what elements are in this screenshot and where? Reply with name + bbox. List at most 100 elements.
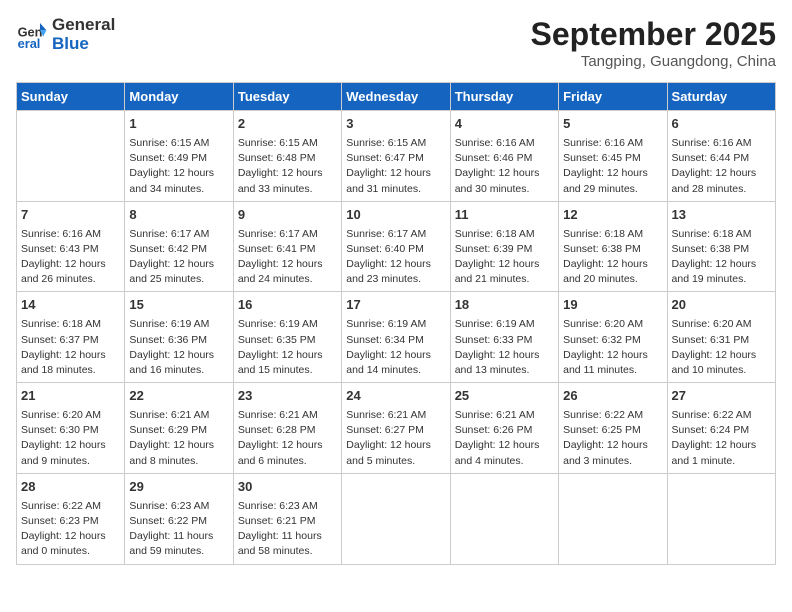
calendar-cell: 3Sunrise: 6:15 AM Sunset: 6:47 PM Daylig… — [342, 111, 450, 202]
cell-info: Sunrise: 6:23 AM Sunset: 6:22 PM Dayligh… — [129, 499, 228, 560]
calendar-cell: 2 Sunrise: 6:15 AM Sunset: 6:48 PM Daylig… — [233, 111, 341, 202]
cell-info: Sunrise: 6:23 AM Sunset: 6:21 PM Dayligh… — [238, 499, 337, 560]
day-number: 12 — [563, 206, 662, 225]
day-number: 10 — [346, 206, 445, 225]
cell-info: Sunrise: 6:21 AM Sunset: 6:27 PM Dayligh… — [346, 408, 445, 469]
logo-text-line2: Blue — [52, 35, 115, 54]
calendar-cell: 20 Sunrise: 6:20 AM Sunset: 6:31 PM Dayli… — [667, 292, 775, 383]
day-number: 21 — [21, 387, 120, 406]
day-number: 1 — [129, 115, 228, 134]
day-number: 2 — [238, 115, 337, 134]
day-number: 24 — [346, 387, 445, 406]
calendar-cell: 15 Sunrise: 6:19 AM Sunset: 6:36 PM Dayli… — [125, 292, 233, 383]
cell-info: Sunrise: 6:17 AM Sunset: 6:40 PM Dayligh… — [346, 227, 445, 288]
day-number: 20 — [672, 296, 771, 315]
calendar-cell — [342, 473, 450, 564]
cell-info: Sunrise: 6:19 AM Sunset: 6:33 PM Dayligh… — [455, 317, 554, 378]
calendar-cell: 16 Sunrise: 6:19 AM Sunset: 6:35 PM Dayli… — [233, 292, 341, 383]
cell-info: Sunrise: 6:21 AM Sunset: 6:28 PM Dayligh… — [238, 408, 337, 469]
logo: Gen eral General Blue — [16, 16, 115, 53]
calendar-cell: 21 Sunrise: 6:20 AM Sunset: 6:30 PM Dayli… — [17, 383, 125, 474]
calendar-cell — [17, 111, 125, 202]
calendar-cell: 28 Sunrise: 6:22 AM Sunset: 6:23 PM Dayli… — [17, 473, 125, 564]
calendar-cell: 18 Sunrise: 6:19 AM Sunset: 6:33 PM Dayli… — [450, 292, 558, 383]
calendar-cell: 11 Sunrise: 6:18 AM Sunset: 6:39 PM Dayli… — [450, 201, 558, 292]
cell-info: Sunrise: 6:17 AM Sunset: 6:42 PM Dayligh… — [129, 227, 228, 288]
cell-info: Sunrise: 6:16 AM Sunset: 6:46 PM Dayligh… — [455, 136, 554, 197]
title-block: September 2025 Tangping, Guangdong, Chin… — [531, 16, 776, 70]
calendar-cell: 29 Sunrise: 6:23 AM Sunset: 6:22 PM Dayli… — [125, 473, 233, 564]
calendar-cell: 4 Sunrise: 6:16 AM Sunset: 6:46 PM Daylig… — [450, 111, 558, 202]
calendar-cell: 6 Sunrise: 6:16 AM Sunset: 6:44 PM Daylig… — [667, 111, 775, 202]
cell-info: Sunrise: 6:16 AM Sunset: 6:43 PM Dayligh… — [21, 227, 120, 288]
calendar-cell: 1Sunrise: 6:15 AM Sunset: 6:49 PM Daylig… — [125, 111, 233, 202]
cell-info: Sunrise: 6:19 AM Sunset: 6:35 PM Dayligh… — [238, 317, 337, 378]
day-number: 5 — [563, 115, 662, 134]
cell-info: Sunrise: 6:18 AM Sunset: 6:37 PM Dayligh… — [21, 317, 120, 378]
dow-header-tuesday: Tuesday — [233, 83, 341, 111]
day-number: 9 — [238, 206, 337, 225]
calendar-cell: 22Sunrise: 6:21 AM Sunset: 6:29 PM Dayli… — [125, 383, 233, 474]
calendar-table: SundayMondayTuesdayWednesdayThursdayFrid… — [16, 82, 776, 565]
day-number: 27 — [672, 387, 771, 406]
calendar-cell: 25Sunrise: 6:21 AM Sunset: 6:26 PM Dayli… — [450, 383, 558, 474]
calendar-cell: 26 Sunrise: 6:22 AM Sunset: 6:25 PM Dayli… — [559, 383, 667, 474]
calendar-cell: 30Sunrise: 6:23 AM Sunset: 6:21 PM Dayli… — [233, 473, 341, 564]
day-number: 11 — [455, 206, 554, 225]
calendar-cell: 24 Sunrise: 6:21 AM Sunset: 6:27 PM Dayli… — [342, 383, 450, 474]
logo-text-line1: General — [52, 16, 115, 35]
calendar-cell: 13Sunrise: 6:18 AM Sunset: 6:38 PM Dayli… — [667, 201, 775, 292]
page-header: Gen eral General Blue September 2025 Tan… — [16, 16, 776, 70]
calendar-cell — [667, 473, 775, 564]
dow-header-sunday: Sunday — [17, 83, 125, 111]
logo-icon: Gen eral — [16, 19, 48, 51]
svg-text:eral: eral — [18, 35, 41, 50]
day-number: 8 — [129, 206, 228, 225]
cell-info: Sunrise: 6:22 AM Sunset: 6:23 PM Dayligh… — [21, 499, 120, 560]
calendar-cell — [559, 473, 667, 564]
day-number: 22 — [129, 387, 228, 406]
calendar-cell: 12 Sunrise: 6:18 AM Sunset: 6:38 PM Dayli… — [559, 201, 667, 292]
day-number: 29 — [129, 478, 228, 497]
day-number: 13 — [672, 206, 771, 225]
cell-info: Sunrise: 6:16 AM Sunset: 6:44 PM Dayligh… — [672, 136, 771, 197]
cell-info: Sunrise: 6:20 AM Sunset: 6:30 PM Dayligh… — [21, 408, 120, 469]
calendar-cell: 8 Sunrise: 6:17 AM Sunset: 6:42 PM Daylig… — [125, 201, 233, 292]
dow-header-monday: Monday — [125, 83, 233, 111]
day-number: 17 — [346, 296, 445, 315]
cell-info: Sunrise: 6:22 AM Sunset: 6:24 PM Dayligh… — [672, 408, 771, 469]
day-number: 4 — [455, 115, 554, 134]
calendar-cell: 17 Sunrise: 6:19 AM Sunset: 6:34 PM Dayli… — [342, 292, 450, 383]
day-number: 25 — [455, 387, 554, 406]
calendar-cell: 27 Sunrise: 6:22 AM Sunset: 6:24 PM Dayli… — [667, 383, 775, 474]
cell-info: Sunrise: 6:19 AM Sunset: 6:34 PM Dayligh… — [346, 317, 445, 378]
day-number: 7 — [21, 206, 120, 225]
calendar-cell: 19Sunrise: 6:20 AM Sunset: 6:32 PM Dayli… — [559, 292, 667, 383]
day-number: 15 — [129, 296, 228, 315]
day-number: 23 — [238, 387, 337, 406]
cell-info: Sunrise: 6:18 AM Sunset: 6:39 PM Dayligh… — [455, 227, 554, 288]
month-title: September 2025 — [531, 16, 776, 53]
cell-info: Sunrise: 6:18 AM Sunset: 6:38 PM Dayligh… — [563, 227, 662, 288]
day-number: 3 — [346, 115, 445, 134]
calendar-cell — [450, 473, 558, 564]
cell-info: Sunrise: 6:16 AM Sunset: 6:45 PM Dayligh… — [563, 136, 662, 197]
calendar-cell: 14 Sunrise: 6:18 AM Sunset: 6:37 PM Dayli… — [17, 292, 125, 383]
location-subtitle: Tangping, Guangdong, China — [531, 53, 776, 70]
cell-info: Sunrise: 6:19 AM Sunset: 6:36 PM Dayligh… — [129, 317, 228, 378]
cell-info: Sunrise: 6:15 AM Sunset: 6:48 PM Dayligh… — [238, 136, 337, 197]
dow-header-thursday: Thursday — [450, 83, 558, 111]
calendar-cell: 9Sunrise: 6:17 AM Sunset: 6:41 PM Daylig… — [233, 201, 341, 292]
day-number: 6 — [672, 115, 771, 134]
day-number: 26 — [563, 387, 662, 406]
day-number: 18 — [455, 296, 554, 315]
calendar-cell: 5 Sunrise: 6:16 AM Sunset: 6:45 PM Daylig… — [559, 111, 667, 202]
day-number: 28 — [21, 478, 120, 497]
calendar-cell: 23 Sunrise: 6:21 AM Sunset: 6:28 PM Dayli… — [233, 383, 341, 474]
cell-info: Sunrise: 6:22 AM Sunset: 6:25 PM Dayligh… — [563, 408, 662, 469]
day-number: 14 — [21, 296, 120, 315]
dow-header-friday: Friday — [559, 83, 667, 111]
calendar-cell: 10 Sunrise: 6:17 AM Sunset: 6:40 PM Dayli… — [342, 201, 450, 292]
cell-info: Sunrise: 6:20 AM Sunset: 6:31 PM Dayligh… — [672, 317, 771, 378]
day-number: 16 — [238, 296, 337, 315]
